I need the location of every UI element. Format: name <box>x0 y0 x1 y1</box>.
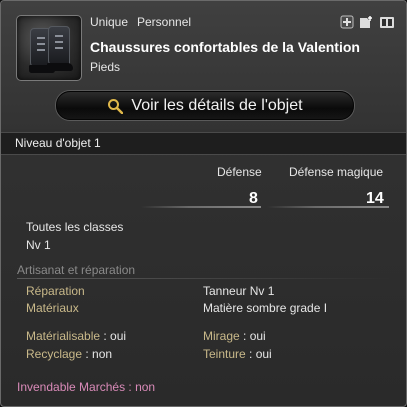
view-details-label: Voir les détails de l'objet <box>131 96 303 114</box>
magic-defense-divider <box>267 206 389 208</box>
section-divider <box>17 278 391 279</box>
can-equip-icon <box>358 15 372 29</box>
materialize-row: Matérialisable : oui <box>26 329 126 343</box>
view-details-button[interactable]: Voir les détails de l'objet <box>56 91 354 120</box>
repair-value: Tanneur Nv 1 <box>203 284 275 298</box>
materials-value: Matière sombre grade I <box>203 301 328 315</box>
defense-divider <box>141 206 261 208</box>
boots-icon <box>16 15 82 81</box>
recycle-row: Recyclage : non <box>26 347 112 361</box>
defense-label: Défense <box>217 165 262 179</box>
item-header: Unique Personnel Chaussures confortables… <box>1 1 406 129</box>
personal-tag: Personnel <box>137 15 192 29</box>
boot-right <box>47 26 73 71</box>
item-slot: Pieds <box>90 60 121 74</box>
mirage-value: : oui <box>239 329 266 343</box>
repair-label: Réparation <box>26 284 85 298</box>
item-level: Niveau d'objet 1 <box>15 136 101 150</box>
dye-row: Teinture : oui <box>203 347 272 361</box>
item-level-bar: Niveau d'objet 1 <box>1 132 406 155</box>
crafting-section-title: Artisanat et réparation <box>17 263 136 277</box>
recycle-label: Recyclage <box>26 347 83 361</box>
recycle-value: : non <box>82 347 113 361</box>
item-tooltip: Unique Personnel Chaussures confortables… <box>0 0 407 407</box>
materialize-label: Matérialisable <box>26 329 101 343</box>
unique-tag: Unique <box>90 15 129 29</box>
dye-value: : oui <box>245 347 272 361</box>
mirage-row: Mirage : oui <box>203 329 266 343</box>
class-requirement: Toutes les classes <box>26 220 124 234</box>
materials-label: Matériaux <box>26 301 79 315</box>
cannot-dye-icon <box>340 15 354 29</box>
market-unsellable: Invendable Marchés : non <box>17 380 156 394</box>
item-name: Chaussures confortables de la Valention <box>90 39 360 55</box>
materialize-value: : oui <box>100 329 127 343</box>
magic-defense-label: Défense magique <box>289 165 384 179</box>
armoire-icon <box>379 15 394 29</box>
mirage-label: Mirage <box>203 329 240 343</box>
magnifier-icon <box>107 98 124 114</box>
level-requirement: Nv 1 <box>26 238 51 252</box>
dye-label: Teinture <box>203 347 246 361</box>
